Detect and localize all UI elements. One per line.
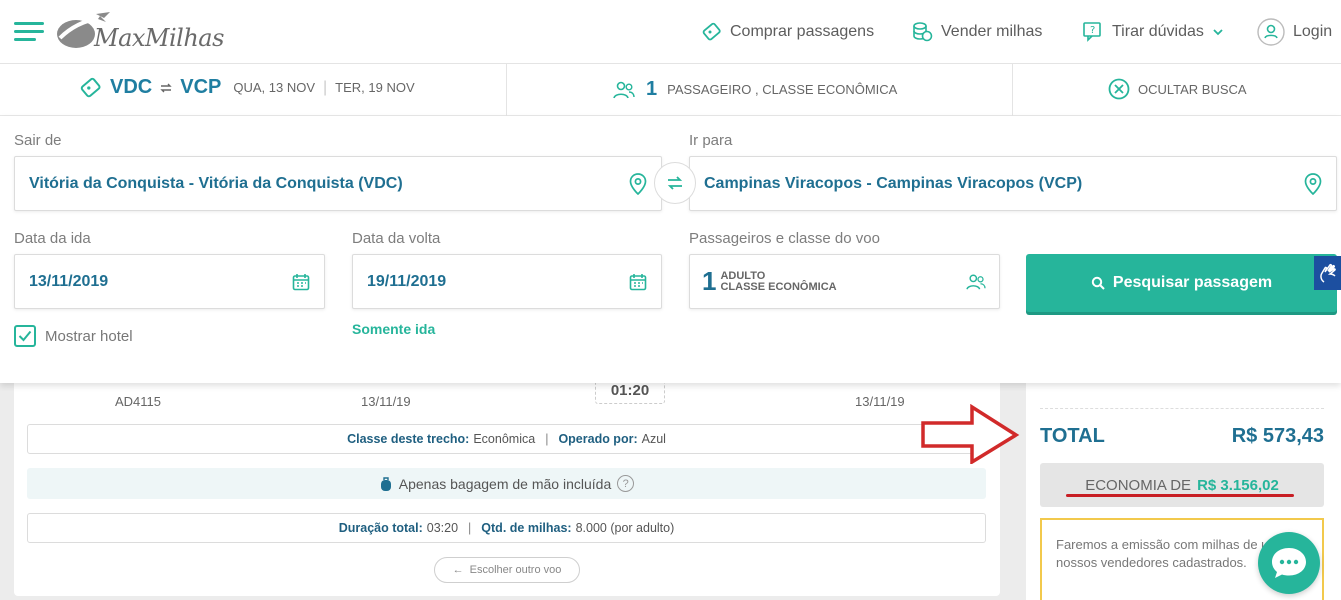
summary-divider xyxy=(506,64,507,116)
summary-destination: VCP xyxy=(180,76,222,98)
hamburger-menu-icon[interactable] xyxy=(14,22,44,42)
accessibility-hand-icon[interactable] xyxy=(1314,256,1341,290)
svg-text:?: ? xyxy=(1090,25,1095,36)
total-value: R$ 573,43 xyxy=(1231,425,1324,447)
coins-icon xyxy=(913,22,933,42)
swap-arrows-icon xyxy=(160,83,172,92)
info-divider: | xyxy=(468,521,472,535)
destination-label: Ir para xyxy=(689,132,733,149)
passengers-class: CLASSE ECONÔMICA xyxy=(720,280,837,293)
summary-pax-text: PASSAGEIRO , CLASSE ECONÔMICA xyxy=(667,82,898,97)
summary-date-divider: | xyxy=(323,78,328,96)
close-circle-icon xyxy=(1108,78,1130,100)
duration-value: 03:20 xyxy=(426,521,459,535)
origin-value: Vitória da Conquista - Vitória da Conqui… xyxy=(29,174,403,192)
choose-other-flight-button[interactable]: ← Escolher outro voo xyxy=(434,557,580,583)
show-hotel-label[interactable]: Mostrar hotel xyxy=(45,328,133,345)
nav-sell-label: Vender milhas xyxy=(941,23,1043,40)
passengers-type: ADULTO xyxy=(720,269,766,282)
ticket-icon xyxy=(702,22,721,41)
savings-value: R$ 3.156,02 xyxy=(1197,476,1279,494)
departure-date: 13/11/19 xyxy=(361,394,411,409)
nav-buy-tickets[interactable]: Comprar passagens xyxy=(702,18,874,46)
operated-label: Operado por: xyxy=(558,432,638,446)
return-date-label: Data da volta xyxy=(352,230,441,247)
summary-route[interactable]: VDC VCP QUA, 13 NOV | TER, 19 NOV xyxy=(80,76,415,99)
passengers-label: Passageiros e classe do voo xyxy=(689,230,880,247)
passengers-icon xyxy=(613,81,635,98)
summary-pax-count: 1 xyxy=(646,78,658,100)
red-underline-annotation xyxy=(1066,494,1294,497)
nav-buy-label: Comprar passagens xyxy=(730,23,875,40)
return-date-field[interactable]: 19/11/2019 xyxy=(352,254,662,309)
destination-value: Campinas Viracopos - Campinas Viracopos … xyxy=(704,174,1083,192)
location-pin-icon xyxy=(1304,172,1322,195)
brand-name: MaxMilhas xyxy=(94,24,224,52)
chat-icon xyxy=(1272,548,1306,578)
origin-label: Sair de xyxy=(14,132,62,149)
class-info-box: Classe deste trecho: Econômica | Operado… xyxy=(27,424,986,454)
summary-origin: VDC xyxy=(110,76,153,98)
location-pin-icon xyxy=(629,172,647,195)
hide-search-button[interactable]: OCULTAR BUSCA xyxy=(1108,78,1247,100)
sign-language-icon xyxy=(1319,263,1336,283)
one-way-link[interactable]: Somente ida xyxy=(352,321,435,337)
hide-search-label: OCULTAR BUSCA xyxy=(1138,81,1247,97)
choose-other-label: Escolher outro voo xyxy=(469,564,562,576)
duration-info-box: Duração total: 03:20 | Qtd. de milhas: 8… xyxy=(27,513,986,543)
nav-sell-miles[interactable]: Vender milhas xyxy=(911,18,1042,46)
search-icon xyxy=(1091,276,1105,290)
savings-box: ECONOMIA DE R$ 3.156,02 xyxy=(1040,463,1324,507)
summary-passengers[interactable]: 1 PASSAGEIRO , CLASSE ECONÔMICA xyxy=(612,78,897,101)
total-label: TOTAL xyxy=(1040,425,1105,447)
arrow-left-icon: ← xyxy=(452,564,464,576)
arrival-date: 13/11/19 xyxy=(855,394,905,409)
depart-date-label: Data da ida xyxy=(14,230,91,247)
search-flights-button[interactable]: Pesquisar passagem xyxy=(1026,254,1337,312)
info-divider: | xyxy=(545,432,549,446)
calendar-icon xyxy=(629,273,647,290)
red-arrow-annotation-icon xyxy=(921,404,1020,464)
passengers-icon xyxy=(966,274,986,290)
depart-date-value: 13/11/2019 xyxy=(29,272,109,290)
nav-help-label: Tirar dúvidas xyxy=(1112,23,1204,40)
user-icon xyxy=(1257,18,1285,46)
summary-depart-date: QUA, 13 NOV xyxy=(233,80,315,95)
class-value: Econômica xyxy=(473,432,536,446)
origin-field[interactable]: Vitória da Conquista - Vitória da Conqui… xyxy=(14,156,662,211)
destination-field[interactable]: Campinas Viracopos - Campinas Viracopos … xyxy=(689,156,1337,211)
baggage-note-text: Apenas bagagem de mão incluída xyxy=(398,475,612,492)
operated-value: Azul xyxy=(641,432,666,446)
nav-login[interactable]: Login xyxy=(1257,18,1332,46)
show-hotel-checkbox[interactable] xyxy=(14,325,36,347)
help-chat-icon: ? xyxy=(1083,22,1101,42)
summary-divider xyxy=(1012,64,1013,116)
savings-label: ECONOMIA DE xyxy=(1085,476,1192,494)
swap-route-button[interactable] xyxy=(654,162,696,204)
miles-value: 8.000 (por adulto) xyxy=(575,521,675,535)
nav-help[interactable]: ? Tirar dúvidas xyxy=(1082,18,1224,46)
chat-bubble-button[interactable] xyxy=(1258,532,1320,594)
ticket-icon xyxy=(80,77,101,97)
swap-arrows-icon xyxy=(667,176,683,190)
passengers-field[interactable]: 1 ADULTO CLASSE ECONÔMICA xyxy=(689,254,1000,309)
baggage-note: Apenas bagagem de mão incluída ? xyxy=(27,468,986,499)
calendar-icon xyxy=(292,273,310,290)
chevron-down-icon xyxy=(1213,29,1223,36)
help-question-icon[interactable]: ? xyxy=(617,475,635,492)
summary-return-date: TER, 19 NOV xyxy=(335,80,415,95)
search-button-label: Pesquisar passagem xyxy=(1112,274,1273,291)
price-divider xyxy=(1040,408,1324,409)
flight-number: AD4115 xyxy=(115,394,162,409)
checkmark-icon xyxy=(18,330,32,342)
nav-login-label: Login xyxy=(1293,23,1333,40)
class-label: Classe deste trecho: xyxy=(347,432,470,446)
passengers-count: 1 xyxy=(702,266,717,296)
backpack-icon xyxy=(380,476,391,491)
duration-label: Duração total: xyxy=(338,521,423,535)
return-date-value: 19/11/2019 xyxy=(367,272,447,290)
depart-date-field[interactable]: 13/11/2019 xyxy=(14,254,325,309)
miles-label: Qtd. de milhas: xyxy=(481,521,572,535)
